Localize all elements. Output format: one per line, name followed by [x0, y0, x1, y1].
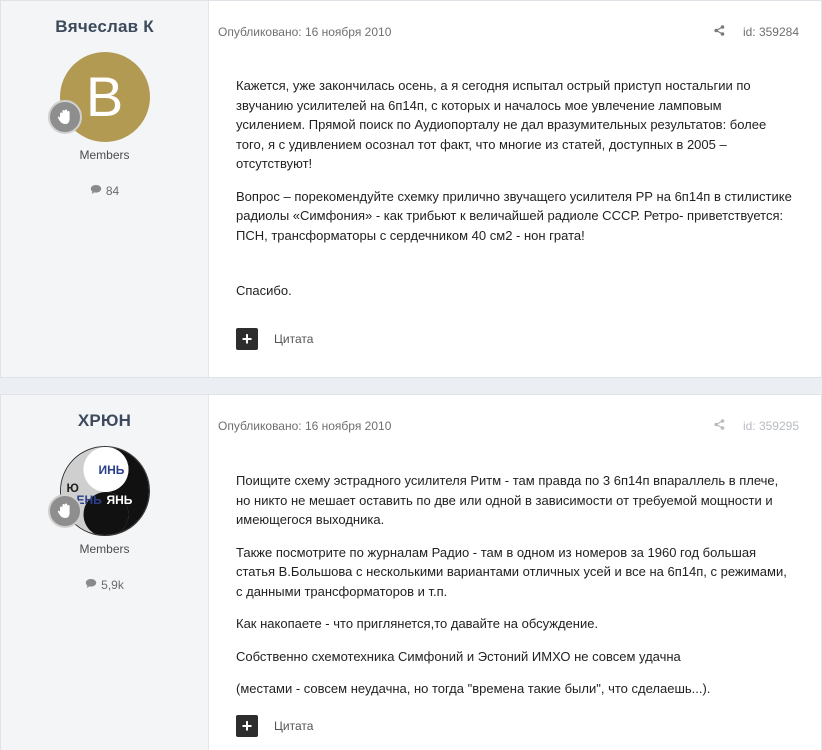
post-content: Опубликовано: 16 ноября 2010 id: 359284 … [209, 1, 821, 377]
author-panel: Вячеслав К B Members 84 [1, 1, 209, 377]
rank-badge-icon [47, 100, 82, 134]
avatar-text-yan: ЯНЬ [106, 493, 133, 507]
avatar-wrapper: B [47, 52, 150, 142]
post-paragraph: Также посмотрите по журналам Радио - там… [236, 544, 787, 599]
rank-badge-icon [47, 494, 82, 528]
comment-icon [85, 578, 97, 592]
forum-post: ХРЮН ИНЬ Ю ЯНЬ ЕНЬ Members 5,9k Опублико… [0, 394, 822, 750]
published-date[interactable]: Опубликовано: 16 ноября 2010 [218, 419, 391, 433]
share-icon[interactable] [714, 25, 725, 39]
post-count[interactable]: 84 [1, 184, 208, 198]
quote-button[interactable]: Цитата [274, 719, 313, 733]
author-panel: ХРЮН ИНЬ Ю ЯНЬ ЕНЬ Members 5,9k [1, 395, 209, 750]
author-name[interactable]: ХРЮН [1, 411, 208, 431]
post-actions: + Цитата [236, 715, 313, 737]
post-body: Кажется, уже закончилась осень, а я сего… [236, 76, 793, 314]
post-paragraph: Вопрос – порекомендуйте схемку прилично … [236, 188, 792, 243]
post-paragraph: Спасибо. [236, 283, 292, 298]
post-body: Поищите схему эстрадного усилителя Ритм … [236, 471, 793, 712]
post-id[interactable]: id: 359295 [743, 419, 799, 433]
post-actions: + Цитата [236, 328, 313, 350]
post-paragraph: Собственно схемотехника Симфоний и Эстон… [236, 648, 681, 664]
member-group: Members [79, 542, 130, 556]
quote-button[interactable]: Цитата [274, 332, 313, 346]
multiquote-plus-button[interactable]: + [236, 715, 258, 737]
post-count-value: 5,9k [101, 578, 124, 592]
published-date[interactable]: Опубликовано: 16 ноября 2010 [218, 25, 391, 39]
post-meta-right: id: 359284 [714, 25, 799, 39]
post-paragraph: Как накопаете - что приглянется,то давай… [236, 616, 599, 631]
post-paragraph: (местами - совсем неудачна, но тогда "вр… [236, 681, 711, 696]
post-content: Опубликовано: 16 ноября 2010 id: 359295 … [209, 395, 821, 750]
post-id[interactable]: id: 359284 [743, 25, 799, 39]
post-count-value: 84 [105, 184, 120, 198]
forum-post: Вячеслав К B Members 84 Опубликовано: 16… [0, 0, 822, 378]
author-name[interactable]: Вячеслав К [1, 17, 208, 37]
share-icon[interactable] [714, 419, 725, 433]
multiquote-plus-button[interactable]: + [236, 328, 258, 350]
comment-icon [90, 184, 102, 198]
avatar-text-yin: ИНЬ [98, 463, 125, 477]
post-meta-right: id: 359295 [714, 419, 799, 433]
avatar-wrapper: ИНЬ Ю ЯНЬ ЕНЬ [47, 446, 150, 536]
post-count[interactable]: 5,9k [1, 578, 208, 592]
member-group: Members [79, 148, 130, 162]
post-paragraph: Кажется, уже закончилась осень, а я сего… [236, 78, 767, 171]
post-paragraph: Поищите схему эстрадного усилителя Ритм … [236, 473, 779, 527]
